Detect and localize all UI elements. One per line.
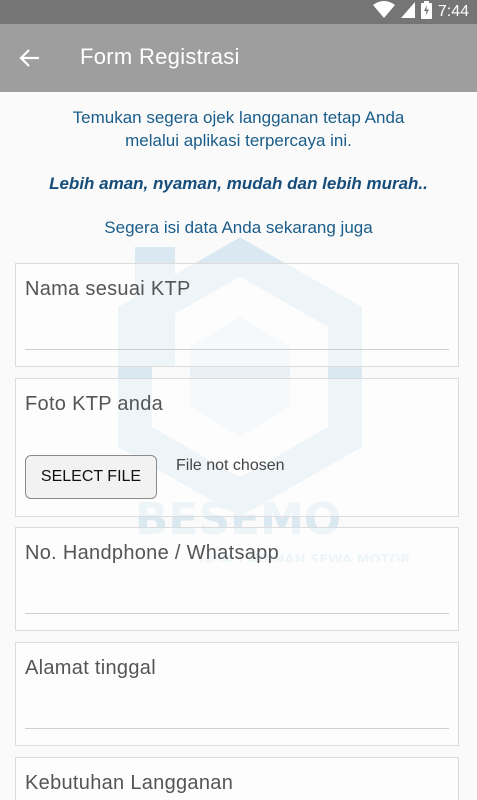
phone-field-underline: [25, 613, 449, 614]
battery-charging-icon: [420, 1, 432, 23]
needs-field-label: Kebutuhan Langganan: [25, 772, 234, 794]
status-bar: 7:44: [0, 0, 477, 24]
ktp-photo-card: Foto KTP anda SELECT FILE File not chose…: [15, 378, 459, 517]
intro-text: Temukan segera ojek langganan tetap Anda…: [0, 106, 477, 152]
intro-tagline: Lebih aman, nyaman, mudah dan lebih mura…: [49, 174, 428, 193]
arrow-back-icon: [19, 49, 39, 67]
address-field-card[interactable]: Alamat tinggal: [15, 642, 459, 746]
ktp-photo-label: Foto KTP anda: [25, 393, 164, 415]
intro-line-2: melalui aplikasi terpercaya ini.: [125, 131, 352, 150]
app-title: Form Registrasi: [80, 44, 240, 69]
address-field-label: Alamat tinggal: [25, 657, 156, 679]
name-field-underline: [25, 349, 449, 350]
intro-line-1: Temukan segera ojek langganan tetap Anda: [72, 108, 405, 127]
phone-field-card[interactable]: No. Handphone / Whatsapp: [15, 527, 459, 631]
intro-call-to-action: Segera isi data Anda sekarang juga: [104, 218, 373, 237]
name-field-label: Nama sesuai KTP: [25, 278, 191, 300]
status-time: 7:44: [437, 3, 469, 20]
phone-field-label: No. Handphone / Whatsapp: [25, 542, 280, 564]
file-status-text: File not chosen: [176, 457, 285, 474]
back-button[interactable]: [10, 34, 50, 82]
select-file-button[interactable]: SELECT FILE: [25, 455, 157, 499]
form-content[interactable]: BESEMO JASA LAYANAN SEWA MOTOR Temukan s…: [0, 92, 477, 800]
name-field-card[interactable]: Nama sesuai KTP: [15, 263, 459, 367]
needs-field-card[interactable]: Kebutuhan Langganan: [15, 757, 459, 800]
status-icons: 7:44: [372, 0, 469, 24]
wifi-icon: [372, 1, 395, 23]
app-bar: Form Registrasi: [0, 24, 477, 92]
address-field-underline: [25, 728, 449, 729]
cell-signal-icon: [400, 2, 415, 22]
